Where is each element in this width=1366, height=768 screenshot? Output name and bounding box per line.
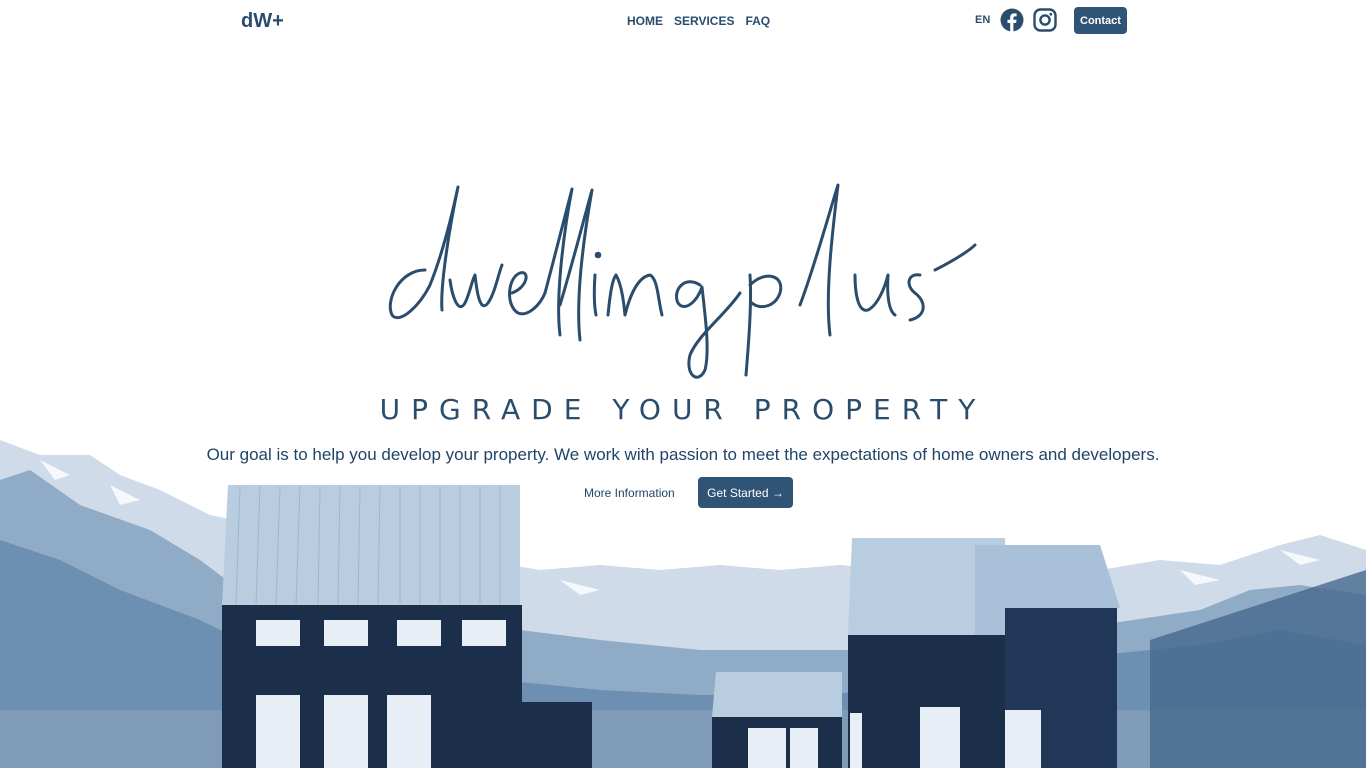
instagram-icon[interactable] [1033, 8, 1057, 32]
dwellingplus-script-logo [388, 183, 977, 379]
hero-background-image [0, 440, 1366, 768]
facebook-icon[interactable] [1000, 8, 1024, 32]
get-started-button[interactable]: Get Started → [698, 477, 793, 508]
top-navigation: dW+ HOME SERVICES FAQ EN Contact [0, 0, 1366, 42]
main-nav: HOME SERVICES FAQ [627, 14, 770, 28]
brand-logo[interactable]: dW+ [241, 10, 284, 33]
nav-services[interactable]: SERVICES [674, 14, 734, 28]
nav-home[interactable]: HOME [627, 14, 663, 28]
language-selector[interactable]: EN [975, 14, 990, 26]
nav-faq[interactable]: FAQ [745, 14, 770, 28]
contact-button[interactable]: Contact [1074, 7, 1127, 34]
hero-tagline: UPGRADE YOUR PROPERTY [379, 393, 987, 426]
hero-description: Our goal is to help you develop your pro… [206, 445, 1160, 464]
more-information-link[interactable]: More Information [584, 486, 675, 500]
